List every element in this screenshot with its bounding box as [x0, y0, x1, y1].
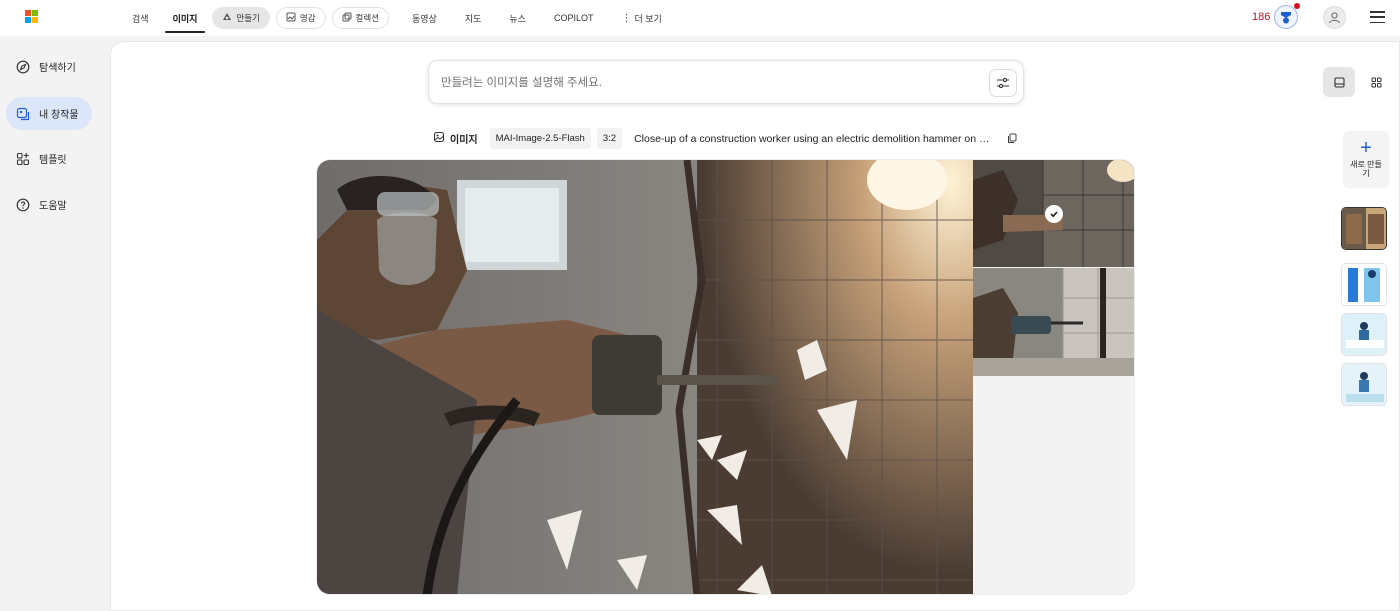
nav-copilot[interactable]: COPILOT [542, 0, 606, 36]
sidebar-item-label: 탐색하기 [39, 63, 76, 74]
rewards-icon[interactable] [1274, 5, 1298, 29]
generation-meta-row: 이미지 MAI-Image-2.5-Flash 3:2 Close-up of … [433, 128, 1018, 149]
grid-view-icon [1371, 77, 1381, 87]
main-generated-image[interactable] [317, 160, 973, 595]
templates-icon [16, 152, 30, 166]
image-type-icon [433, 130, 445, 148]
top-nav: 검색 이미지 만들기 영감 컬렉션 동영상 지도 뉴스 COPILOT ⋮ 더 … [120, 0, 674, 36]
nav-more-label: 더 보기 [634, 13, 662, 24]
variant-placeholder [973, 377, 1134, 486]
sidebar-item-explore[interactable]: 탐색하기 [6, 50, 92, 83]
nav-videos[interactable]: 동영상 [400, 0, 449, 36]
sliders-icon [997, 77, 1009, 89]
new-creation-button[interactable]: + 새로 만들기 [1343, 131, 1389, 188]
variant-image-2 [973, 268, 1134, 376]
nav-collection-label: 컬렉션 [355, 13, 379, 23]
prompt-input[interactable] [441, 73, 961, 93]
hamburger-menu-icon[interactable] [1370, 11, 1385, 23]
prompt-caption[interactable]: Close-up of a construction worker using … [634, 133, 990, 145]
nav-inspiration-label: 영감 [299, 13, 316, 23]
image-type-label: 이미지 [450, 135, 478, 146]
collection-icon [342, 12, 352, 24]
nav-more[interactable]: ⋮ 더 보기 [609, 0, 673, 36]
variant-placeholder [973, 487, 1134, 594]
variant-thumbnails [973, 160, 1134, 594]
nav-news[interactable]: 뉴스 [497, 0, 538, 36]
left-sidebar: 탐색하기 내 창작물 템플릿 도움말 [0, 36, 110, 605]
nav-collection-pill[interactable]: 컬렉션 [331, 7, 389, 29]
nav-maps[interactable]: 지도 [453, 0, 494, 36]
nav-inspiration-pill[interactable]: 영감 [275, 7, 326, 29]
nav-images[interactable]: 이미지 [161, 0, 210, 36]
history-thumbnail-3[interactable] [1341, 313, 1387, 356]
microsoft-logo-icon[interactable] [25, 10, 38, 23]
notification-dot [1294, 3, 1300, 9]
sidebar-item-templates[interactable]: 템플릿 [6, 142, 92, 175]
explore-icon [16, 60, 30, 74]
rewards-points[interactable]: 186 [1252, 11, 1270, 23]
inspiration-icon [286, 12, 296, 24]
nav-create-label: 만들기 [236, 13, 260, 23]
sidebar-item-label: 템플릿 [39, 155, 67, 166]
sidebar-item-my-creations[interactable]: 내 창작물 [6, 97, 92, 130]
single-view-button[interactable] [1323, 67, 1355, 97]
sidebar-item-label: 내 창작물 [39, 110, 79, 121]
prompt-box [428, 60, 1024, 104]
account-avatar-icon[interactable] [1323, 6, 1346, 29]
aspect-ratio-chip: 3:2 [596, 128, 623, 149]
top-bar: 검색 이미지 만들기 영감 컬렉션 동영상 지도 뉴스 COPILOT ⋮ 더 … [0, 0, 1400, 36]
plus-icon: + [1360, 137, 1372, 159]
sidebar-item-help[interactable]: 도움말 [6, 188, 92, 221]
variant-thumbnail[interactable] [973, 160, 1134, 267]
sidebar-item-label: 도움말 [39, 201, 67, 212]
help-icon [16, 198, 30, 212]
model-chip: MAI-Image-2.5-Flash [489, 128, 591, 149]
grid-view-button[interactable] [1363, 67, 1389, 97]
history-thumbnail-1[interactable] [1341, 207, 1387, 250]
more-vertical-icon: ⋮ [621, 12, 632, 24]
settings-sliders-button[interactable] [989, 69, 1017, 97]
nav-search[interactable]: 검색 [120, 0, 161, 36]
history-thumbnail-2[interactable] [1341, 263, 1387, 306]
copy-icon[interactable] [1006, 133, 1018, 145]
history-thumbnail-4[interactable] [1341, 363, 1387, 406]
variant-thumbnail[interactable] [973, 268, 1134, 376]
single-view-icon [1333, 76, 1345, 88]
nav-create-pill[interactable]: 만들기 [212, 7, 270, 29]
new-creation-label: 새로 만들기 [1350, 160, 1382, 178]
image-gallery [316, 159, 1135, 595]
selected-check-icon [1045, 205, 1063, 223]
my-creations-icon [16, 107, 30, 121]
create-icon [222, 12, 232, 24]
